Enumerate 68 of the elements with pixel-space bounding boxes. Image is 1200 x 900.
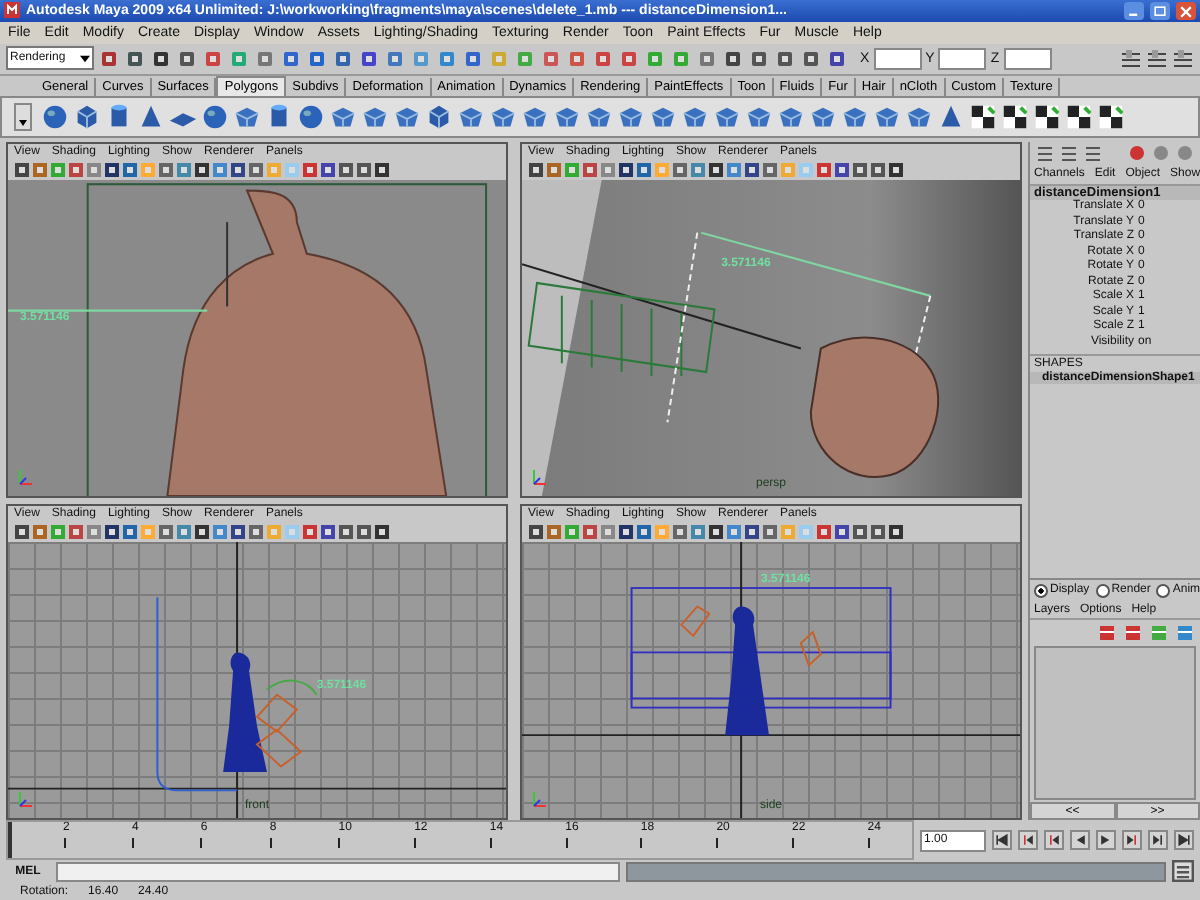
- layer-icon[interactable]: [1122, 621, 1144, 644]
- tool-icon[interactable]: [462, 47, 484, 70]
- radio-button[interactable]: [1034, 583, 1048, 598]
- tool-icon[interactable]: [1034, 142, 1056, 165]
- play-button[interactable]: [1096, 830, 1116, 851]
- close-button[interactable]: [1176, 1, 1196, 20]
- layer-icon[interactable]: [1096, 621, 1118, 644]
- layer-icon[interactable]: [1174, 621, 1196, 644]
- checker-icon[interactable]: [1096, 101, 1126, 132]
- step-forward-key-icon: [1150, 832, 1166, 849]
- radio-button[interactable]: [1156, 583, 1171, 598]
- step-forward-button[interactable]: [1122, 830, 1142, 851]
- step-forward-key-button[interactable]: [1148, 830, 1168, 851]
- step-forward-icon: [1124, 832, 1140, 849]
- tool-icon[interactable]: [1082, 142, 1104, 165]
- tool-icon[interactable]: [1120, 47, 1142, 70]
- go-to-end-button[interactable]: [1174, 830, 1194, 851]
- step-back-button[interactable]: [1044, 830, 1064, 851]
- cube-icon[interactable]: [72, 101, 102, 132]
- layer-icon[interactable]: [1148, 621, 1170, 644]
- checker-icon[interactable]: [1064, 101, 1094, 132]
- go-to-start-button[interactable]: [992, 830, 1012, 851]
- radio-button[interactable]: [1095, 583, 1110, 598]
- coordinate-field[interactable]: [873, 47, 922, 70]
- tool-icon[interactable]: [1172, 47, 1194, 70]
- play-backward-icon: [1072, 832, 1088, 849]
- tool-icon[interactable]: [774, 47, 796, 70]
- step-back-key-icon: [1020, 832, 1036, 849]
- shelf-menu-icon[interactable]: [8, 101, 38, 132]
- tool-icon[interactable]: [124, 47, 146, 70]
- close-icon: [1178, 3, 1194, 19]
- step-back-icon: [1046, 832, 1062, 849]
- tool-icon[interactable]: [722, 47, 744, 70]
- minimize-button[interactable]: [1124, 1, 1144, 20]
- tool-icon[interactable]: [150, 47, 172, 70]
- coordinate-field[interactable]: [938, 47, 987, 70]
- maximize-button[interactable]: [1150, 1, 1170, 20]
- tool-icon[interactable]: [748, 47, 770, 70]
- checker-icon[interactable]: [1000, 101, 1030, 132]
- checker-icon[interactable]: [1032, 101, 1062, 132]
- cone-icon[interactable]: [936, 101, 966, 132]
- caret-icon: [80, 53, 90, 64]
- sphere-icon[interactable]: [296, 101, 326, 132]
- tool-icon[interactable]: [826, 47, 848, 70]
- cube-icon[interactable]: [424, 101, 454, 132]
- tool-icon[interactable]: [332, 47, 354, 70]
- script-editor-icon[interactable]: [1172, 860, 1194, 883]
- cone-icon[interactable]: [136, 101, 166, 132]
- app-icon: [4, 2, 20, 19]
- sphere-icon[interactable]: [200, 101, 230, 132]
- maximize-icon: [1152, 3, 1168, 19]
- tool-icon[interactable]: [1146, 47, 1168, 70]
- go-to-end-icon: [1176, 832, 1192, 849]
- tool-icon[interactable]: [280, 47, 302, 70]
- tool-icon[interactable]: [1058, 142, 1080, 165]
- go-to-start-icon: [994, 832, 1010, 849]
- tool-icon[interactable]: [176, 47, 198, 70]
- play-backward-button[interactable]: [1070, 830, 1090, 851]
- tool-icon[interactable]: [98, 47, 120, 70]
- checker-icon[interactable]: [968, 101, 998, 132]
- tool-icon[interactable]: [800, 47, 822, 70]
- command-field[interactable]: [56, 861, 620, 882]
- play-icon: [1098, 832, 1114, 849]
- sphere-icon[interactable]: [40, 101, 70, 132]
- tool-icon[interactable]: [306, 47, 328, 70]
- step-back-key-button[interactable]: [1018, 830, 1038, 851]
- tool-icon[interactable]: [358, 47, 380, 70]
- coordinate-field[interactable]: [1003, 47, 1052, 70]
